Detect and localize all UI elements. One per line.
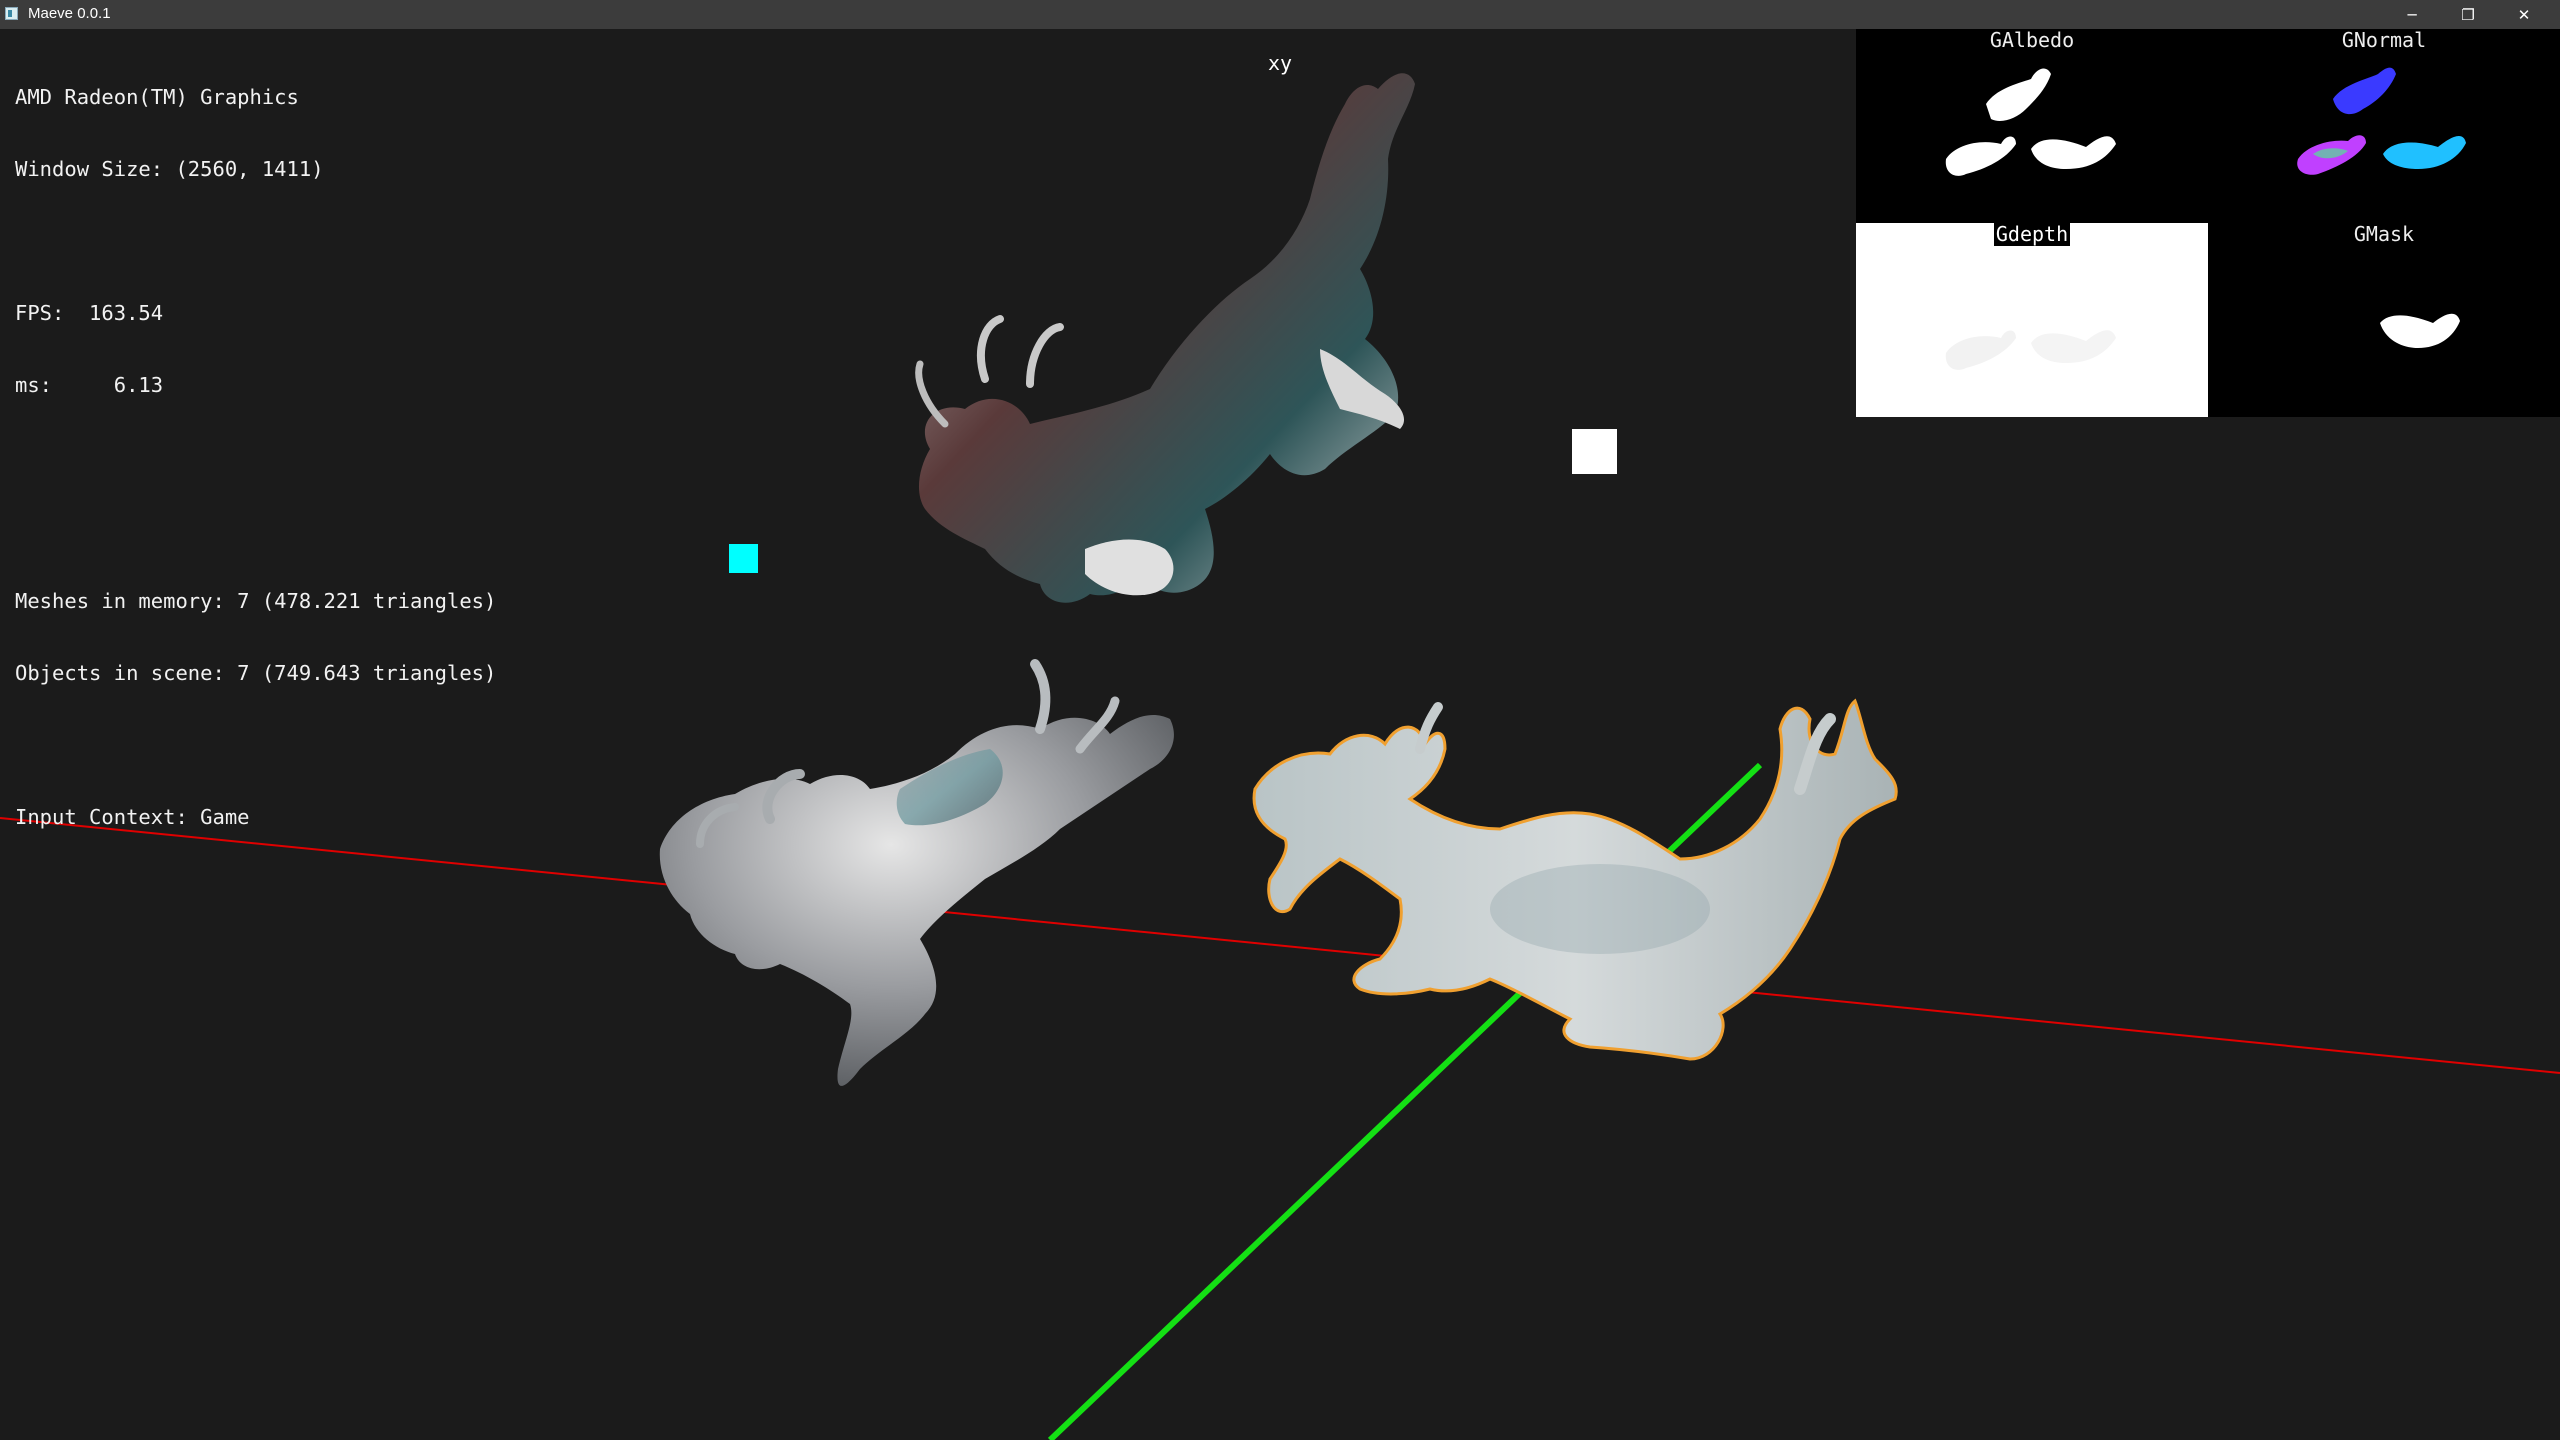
gbuffer-depth-label-text: Gdepth <box>1993 222 2071 246</box>
gbuffer-depth-panel: Gdepth <box>1856 222 2208 417</box>
meshes-text: Meshes in memory: 7 (478.221 triangles) <box>15 589 497 613</box>
dragon-mesh-selected[interactable] <box>1252 698 1898 1061</box>
gbuffer-normal-panel: GNormal <box>2208 29 2560 223</box>
gbuffer-depth-preview <box>1945 330 2116 370</box>
app-icon <box>5 7 18 20</box>
light-marker-cyan[interactable] <box>729 544 758 573</box>
light-marker-white[interactable] <box>1572 429 1617 474</box>
gbuffer-albedo-preview <box>1945 68 2116 176</box>
gbuffer-albedo-panel: GAlbedo <box>1856 29 2208 223</box>
title-bar: Maeve 0.0.1 ─ ❐ ✕ <box>0 0 2560 29</box>
window-title: Maeve 0.0.1 <box>28 5 111 22</box>
gbuffer-mask-panel: GMask <box>2208 223 2560 417</box>
fps-text: FPS: 163.54 <box>15 301 164 325</box>
stats-overlay: AMD Radeon(TM) Graphics Window Size: (25… <box>15 37 496 877</box>
gbuffer-mask-label: GMask <box>2353 222 2415 246</box>
close-button[interactable]: ✕ <box>2496 0 2552 29</box>
dragon-mesh-left[interactable] <box>659 659 1174 1086</box>
frame-time-text: ms: 6.13 <box>15 373 164 397</box>
dragon-mesh-top[interactable] <box>915 73 1415 603</box>
gbuffer-normal-preview <box>2297 67 2466 175</box>
render-viewport[interactable]: AMD Radeon(TM) Graphics Window Size: (25… <box>0 29 2560 1440</box>
minimize-button[interactable]: ─ <box>2384 0 2440 29</box>
gbuffer-normal-label: GNormal <box>2341 29 2427 52</box>
input-context-text: Input Context: Game <box>15 805 250 829</box>
gbuffer-mask-preview <box>2380 313 2460 348</box>
maximize-button[interactable]: ❐ <box>2440 0 2496 29</box>
objects-text: Objects in scene: 7 (749.643 triangles) <box>15 661 497 685</box>
gbuffer-albedo-label: GAlbedo <box>1989 29 2075 52</box>
axis-plane-label: xy <box>1268 51 1293 75</box>
gbuffer-depth-label: Gdepth <box>1856 222 2208 246</box>
window-size-text: Window Size: (2560, 1411) <box>15 157 324 181</box>
gpu-name-text: AMD Radeon(TM) Graphics <box>15 85 299 109</box>
